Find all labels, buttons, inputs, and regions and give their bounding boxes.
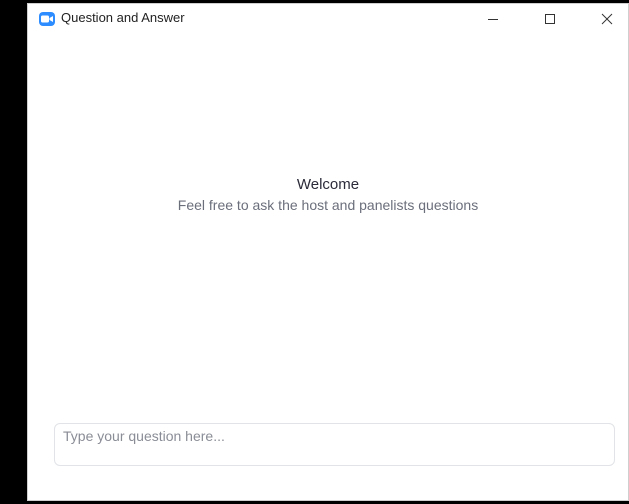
qa-window: Question and Answer Welcome Feel free to… bbox=[27, 3, 629, 501]
maximize-button[interactable] bbox=[527, 4, 573, 34]
title-bar[interactable]: Question and Answer bbox=[28, 4, 628, 34]
minimize-icon bbox=[488, 19, 498, 20]
screen-background: Question and Answer Welcome Feel free to… bbox=[0, 0, 629, 504]
maximize-icon bbox=[545, 14, 555, 24]
question-input-box[interactable] bbox=[54, 423, 615, 466]
question-input[interactable] bbox=[55, 424, 614, 465]
close-button[interactable] bbox=[584, 4, 629, 34]
minimize-button[interactable] bbox=[470, 4, 516, 34]
zoom-camera-icon bbox=[39, 12, 55, 26]
window-title: Question and Answer bbox=[61, 10, 185, 25]
welcome-subtitle: Feel free to ask the host and panelists … bbox=[177, 197, 479, 213]
close-icon bbox=[601, 13, 613, 25]
welcome-heading: Welcome bbox=[296, 176, 360, 193]
